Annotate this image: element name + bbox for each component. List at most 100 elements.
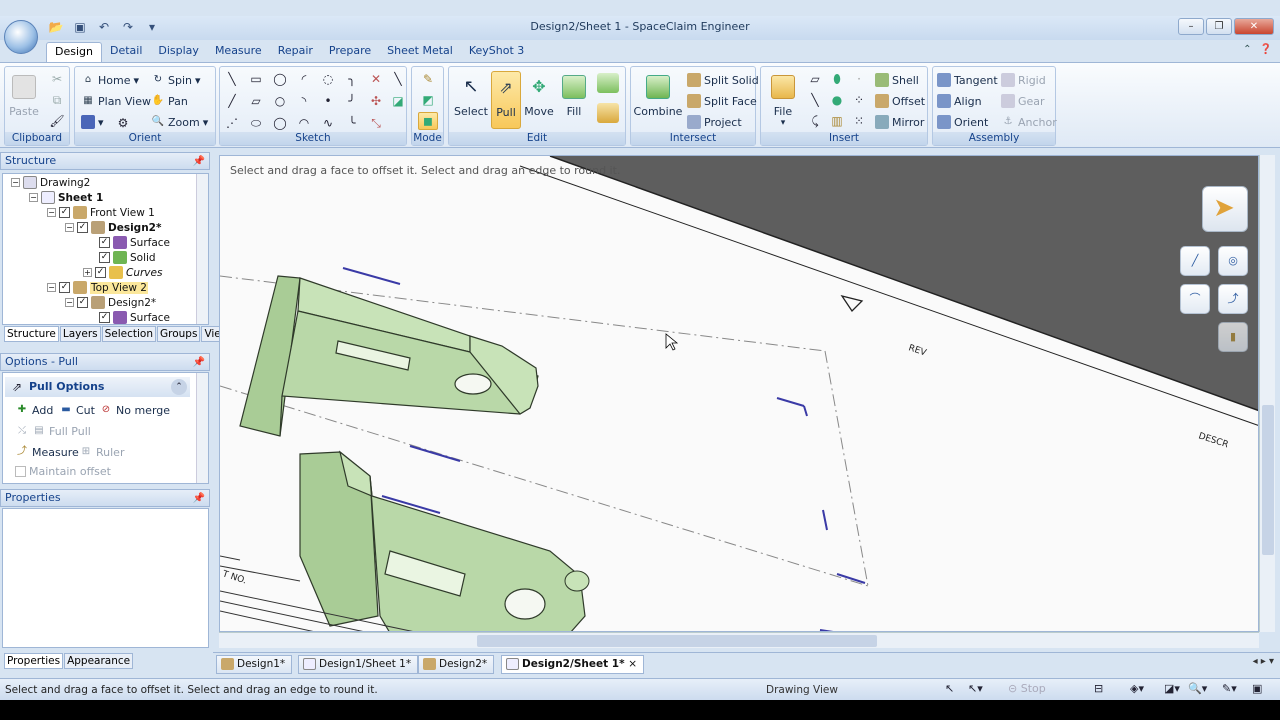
tab-groups[interactable]: Groups <box>157 326 201 342</box>
section-mode-icon[interactable]: ◩ <box>420 92 436 108</box>
offset-curve-icon[interactable]: ╲ <box>390 71 406 87</box>
close-tab-icon[interactable]: × <box>628 658 637 670</box>
minimize-ribbon-icon[interactable]: ⌃ <box>1243 44 1251 55</box>
drawing-viewport[interactable]: REV DESCR T NO. Select and drag a face t… <box>219 155 1259 632</box>
cylinder-icon[interactable]: ⬮ <box>829 71 845 87</box>
image-icon[interactable]: ▥ <box>829 113 845 129</box>
tab-detail[interactable]: Detail <box>102 42 150 62</box>
select-button[interactable]: ↖ Select <box>453 71 489 129</box>
cut-icon[interactable]: ✂ <box>49 71 65 87</box>
zoom-button[interactable]: 🔍 Zoom ▾ <box>151 115 208 129</box>
3d-mode-icon[interactable]: ◼ <box>418 112 438 130</box>
sweep-arc-icon[interactable]: ◝ <box>296 93 312 109</box>
polygon-icon[interactable]: ▱ <box>248 93 264 109</box>
arc-icon[interactable]: ◜ <box>296 71 312 87</box>
horizontal-scrollbar[interactable] <box>219 632 1259 648</box>
linear-pattern-icon[interactable]: ⁘ <box>851 92 867 108</box>
home-button[interactable]: ⌂ Home ▾ <box>81 73 139 87</box>
format-painter-icon[interactable]: 🖌 <box>49 113 65 129</box>
rigid-button[interactable]: Rigid <box>1001 73 1046 87</box>
maintain-offset-option[interactable]: Maintain offset <box>15 465 111 478</box>
spin-button[interactable]: ↻ Spin ▾ <box>151 73 201 87</box>
tab-scroll-arrows[interactable]: ◂ ▸ ▾ <box>1253 656 1274 667</box>
construction-line-icon[interactable]: ⋰ <box>224 115 240 131</box>
blend-icon[interactable] <box>597 73 619 93</box>
options-scrollbar[interactable] <box>196 373 208 483</box>
circle-icon[interactable]: ◯ <box>272 71 288 87</box>
zoom-status-icon[interactable]: 🔍▾ <box>1188 682 1207 695</box>
pull-options-header[interactable]: Pull Options <box>5 377 190 397</box>
spline-icon[interactable]: ◯ <box>272 115 288 131</box>
display-style-icon[interactable]: ◈▾ <box>1130 682 1144 695</box>
orient-button[interactable]: Orient <box>937 115 988 129</box>
tree-node-top-view[interactable]: − ✓ Top View 2 <box>47 280 148 295</box>
select-mode-icon[interactable]: ↖ <box>945 682 954 695</box>
corner-icon[interactable]: ╯ <box>344 93 360 109</box>
rectangle-icon[interactable]: ▭ <box>248 71 264 87</box>
plane-icon[interactable]: ▱ <box>807 71 823 87</box>
add-option[interactable]: ✚ Add <box>15 403 54 417</box>
split-face-button[interactable]: Split Face <box>687 94 757 108</box>
gear-button[interactable]: Gear <box>1001 94 1045 108</box>
tab-display[interactable]: Display <box>150 42 207 62</box>
point-icon[interactable]: ◌ <box>320 71 336 87</box>
measure-option[interactable]: ⤴ Measure <box>15 445 79 459</box>
anchor-button[interactable]: ⚓ Anchor <box>1001 115 1057 129</box>
tab-appearance[interactable]: Appearance <box>64 653 134 669</box>
offset-button[interactable]: Offset <box>875 94 925 108</box>
pivot-tool[interactable]: ⌒ <box>1180 284 1210 314</box>
extend-icon[interactable]: ╰ <box>344 115 360 131</box>
tree-node-solid[interactable]: ✓ Solid <box>99 250 156 265</box>
horizontal-scroll-thumb[interactable] <box>477 635 877 647</box>
three-point-circle-icon[interactable]: ○ <box>272 93 288 109</box>
split-curve-icon[interactable]: ✣ <box>368 93 384 109</box>
project-curve-icon[interactable]: ◪ <box>390 93 406 109</box>
tree-node-design-2[interactable]: − ✓ Design2* <box>65 295 156 310</box>
no-merge-option[interactable]: ⊘ No merge <box>99 403 170 417</box>
replace-icon[interactable] <box>597 103 619 123</box>
vertical-scrollbar[interactable] <box>1259 155 1275 632</box>
align-button[interactable]: Align <box>937 94 982 108</box>
select-filter-icon[interactable]: ↖▾ <box>968 682 983 695</box>
tab-design[interactable]: Design <box>46 42 102 62</box>
axis-icon[interactable]: ╲ <box>807 92 823 108</box>
paste-button[interactable]: Paste <box>9 71 39 129</box>
help-icon[interactable]: ❓ <box>1260 44 1272 55</box>
doc-tab-design1-sheet1[interactable]: Design1/Sheet 1* <box>298 655 419 674</box>
full-pull-option[interactable]: ⤯ ▤ Full Pull <box>15 424 91 438</box>
point-insert-icon[interactable]: · <box>851 71 867 87</box>
dot-icon[interactable]: • <box>320 93 336 109</box>
settings-status-icon[interactable]: ▣ <box>1252 682 1262 695</box>
tree-node-drawing[interactable]: − Drawing2 <box>11 175 90 190</box>
fillet-icon[interactable]: ╮ <box>344 71 360 87</box>
sphere-icon[interactable]: ● <box>829 92 845 108</box>
circular-pattern-icon[interactable]: ⁙ <box>851 113 867 129</box>
sketch-mode-icon[interactable]: ✎ <box>420 71 436 87</box>
section-icon[interactable]: ⊟ <box>1094 682 1103 695</box>
close-button[interactable]: ✕ <box>1234 18 1274 35</box>
pin-icon[interactable]: 📌 <box>193 355 205 371</box>
origin-icon[interactable]: ⤹ <box>807 113 823 129</box>
cut-option[interactable]: ▬ Cut <box>59 403 95 417</box>
tab-measure[interactable]: Measure <box>207 42 270 62</box>
tree-node-design[interactable]: − ✓ Design2* <box>65 220 161 235</box>
view-cube-button[interactable]: ▾ <box>81 115 104 129</box>
tree-node-surface-2[interactable]: ✓ Surface <box>99 310 170 325</box>
tab-repair[interactable]: Repair <box>270 42 321 62</box>
mirror-button[interactable]: Mirror <box>875 115 924 129</box>
ellipse-icon[interactable]: ⬭ <box>248 115 264 131</box>
copy-icon[interactable]: ⧉ <box>49 92 65 108</box>
stop-button[interactable]: ⊝ Stop <box>1008 682 1046 695</box>
doc-tab-design1[interactable]: Design1* <box>216 655 293 674</box>
tree-node-curves[interactable]: + ✓ Curves <box>83 265 162 280</box>
ruler-option[interactable]: ⊞ Ruler <box>79 445 125 459</box>
doc-tab-design2[interactable]: Design2* <box>418 655 495 674</box>
bend-icon[interactable]: ∿ <box>320 115 336 131</box>
tangent-button[interactable]: Tangent <box>937 73 998 87</box>
shell-button[interactable]: Shell <box>875 73 919 87</box>
tree-node-front-view[interactable]: − ✓ Front View 1 <box>47 205 155 220</box>
split-solid-button[interactable]: Split Solid <box>687 73 759 87</box>
project-button[interactable]: Project <box>687 115 742 129</box>
revolve-tool[interactable]: ⤴ <box>1218 284 1248 314</box>
combine-button[interactable]: Combine <box>633 71 683 129</box>
